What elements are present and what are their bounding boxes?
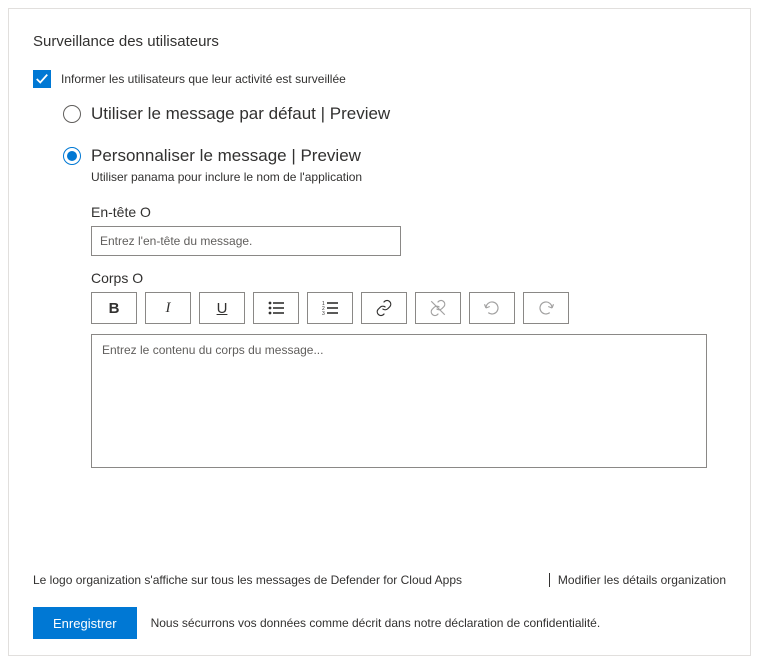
numbered-list-button[interactable]: 1 2 3 — [307, 292, 353, 324]
undo-icon — [483, 299, 501, 317]
svg-text:3: 3 — [322, 311, 325, 315]
message-radio-group: Utiliser le message par défaut | Preview… — [63, 104, 726, 184]
body-label: Corps O — [91, 270, 726, 286]
underline-icon: U — [217, 300, 228, 317]
body-field-group: Corps O B I U 1 2 3 — [91, 270, 726, 471]
edit-org-link[interactable]: Modifier les détails organization — [549, 573, 726, 587]
body-textarea[interactable] — [91, 334, 707, 468]
undo-button[interactable] — [469, 292, 515, 324]
privacy-note: Nous sécurrons vos données comme décrit … — [151, 616, 601, 630]
user-monitoring-panel: Surveillance des utilisateurs Informer l… — [8, 8, 751, 656]
radio-default[interactable] — [63, 105, 81, 123]
header-input[interactable] — [91, 226, 401, 256]
radio-row-custom: Personnaliser le message | Preview — [63, 146, 726, 166]
section-title: Surveillance des utilisateurs — [33, 33, 726, 50]
link-icon — [375, 299, 393, 317]
numbered-list-icon: 1 2 3 — [322, 301, 338, 315]
unlink-button[interactable] — [415, 292, 461, 324]
save-row: Enregistrer Nous sécurrons vos données c… — [33, 607, 726, 639]
editor-toolbar: B I U 1 2 3 — [91, 292, 726, 324]
footer-row: Le logo organization s'affiche sur tous … — [33, 573, 726, 587]
unlink-icon — [429, 299, 447, 317]
bold-icon: B — [109, 300, 120, 317]
header-field-group: En-tête O — [91, 204, 726, 256]
bold-button[interactable]: B — [91, 292, 137, 324]
save-button[interactable]: Enregistrer — [33, 607, 137, 639]
redo-button[interactable] — [523, 292, 569, 324]
link-button[interactable] — [361, 292, 407, 324]
radio-row-default: Utiliser le message par défaut | Preview — [63, 104, 726, 124]
check-icon — [35, 72, 49, 86]
radio-default-label: Utiliser le message par défaut | Preview — [91, 104, 390, 124]
bullet-list-icon — [268, 301, 284, 315]
italic-button[interactable]: I — [145, 292, 191, 324]
bullet-list-button[interactable] — [253, 292, 299, 324]
radio-custom-hint: Utiliser panama pour inclure le nom de l… — [91, 170, 726, 184]
notify-checkbox-label: Informer les utilisateurs que leur activ… — [61, 72, 346, 86]
header-label: En-tête O — [91, 204, 726, 220]
notify-checkbox[interactable] — [33, 70, 51, 88]
notify-checkbox-row: Informer les utilisateurs que leur activ… — [33, 70, 726, 88]
radio-custom[interactable] — [63, 147, 81, 165]
underline-button[interactable]: U — [199, 292, 245, 324]
italic-icon: I — [166, 300, 171, 317]
radio-custom-label: Personnaliser le message | Preview — [91, 146, 361, 166]
redo-icon — [537, 299, 555, 317]
logo-note: Le logo organization s'affiche sur tous … — [33, 573, 462, 587]
